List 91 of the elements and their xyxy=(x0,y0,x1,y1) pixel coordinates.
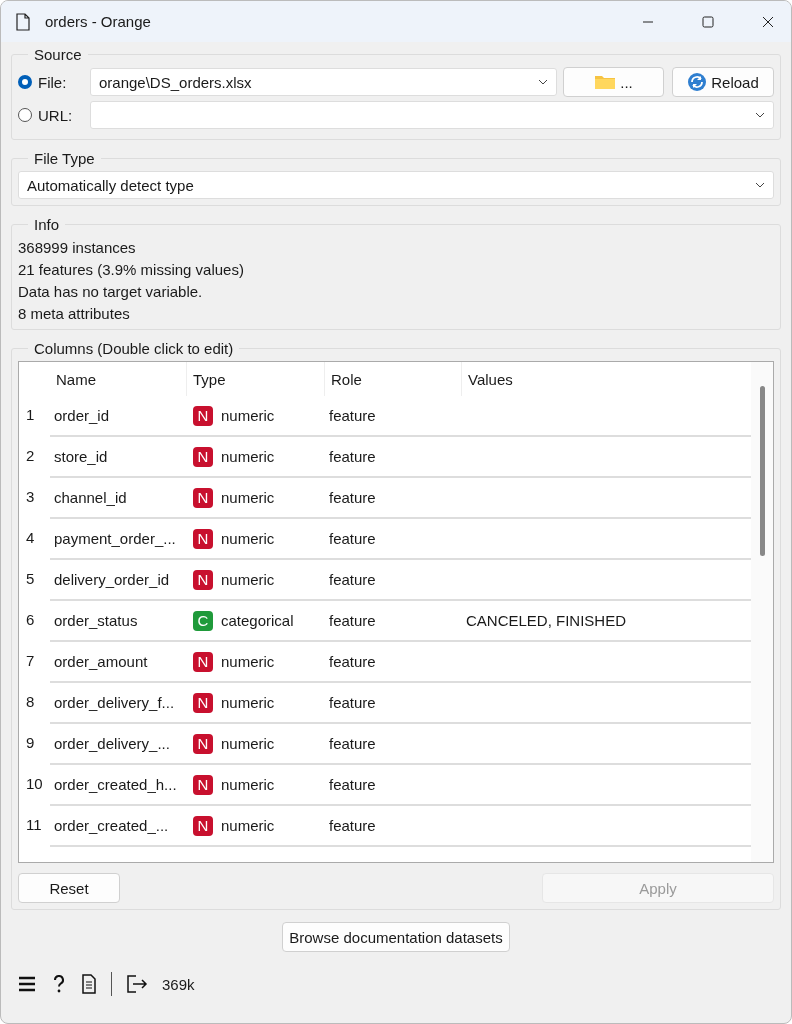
reload-button[interactable]: Reload xyxy=(672,67,774,97)
type-badge: N xyxy=(193,487,213,508)
chevron-icon xyxy=(538,79,548,85)
radio-label: File: xyxy=(38,73,68,91)
info-text: 368999 instances xyxy=(18,238,137,258)
table-cell-text: feature xyxy=(328,735,377,752)
table-cell-text: order_id xyxy=(53,407,111,424)
radio-label: URL: xyxy=(38,106,74,124)
chevron-icon xyxy=(755,112,765,118)
row-number: 8 xyxy=(25,692,36,710)
table-cell-text: feature xyxy=(328,817,377,834)
row-number: 7 xyxy=(25,651,36,669)
window-title: orders - Orange xyxy=(45,13,151,30)
reset-button[interactable]: Reset xyxy=(18,873,120,903)
table-cell: numeric xyxy=(221,776,275,793)
table-cell-text: feature xyxy=(328,407,377,424)
folder-icon xyxy=(594,74,617,90)
table-cell-text: order_created_... xyxy=(53,817,170,834)
type-badge: N xyxy=(193,774,213,795)
help-icon[interactable] xyxy=(51,974,67,994)
table-cell: numeric xyxy=(221,653,275,670)
info-text: 21 features (3.9% missing values) xyxy=(18,260,245,280)
row-number: 1 xyxy=(25,405,36,423)
column-header[interactable]: Values xyxy=(462,362,742,396)
document-icon[interactable] xyxy=(81,974,97,994)
group-title: Info xyxy=(33,216,61,233)
table-cell-text: channel_id xyxy=(53,489,128,506)
document-icon xyxy=(15,12,31,31)
table-cell: numeric xyxy=(221,571,275,588)
table-cell-text: order_created_h... xyxy=(53,776,178,793)
table-cell-text: feature xyxy=(328,571,377,588)
table-cell-text: order_amount xyxy=(53,653,149,670)
table-cell-text: order_delivery_f... xyxy=(53,694,176,711)
type-badge: N xyxy=(193,815,213,836)
type-badge: N xyxy=(193,651,213,672)
table-cell-text: feature xyxy=(328,776,377,793)
table-cell: numeric xyxy=(221,407,275,424)
row-number: 2 xyxy=(25,446,36,464)
table-cell: numeric xyxy=(221,694,275,711)
type-badge: N xyxy=(193,405,213,426)
scrollbar[interactable] xyxy=(751,362,773,862)
table-cell-text: feature xyxy=(328,489,377,506)
table-cell-text: feature xyxy=(328,448,377,465)
table-cell-text: payment_order_... xyxy=(53,530,177,547)
row-number: 10 xyxy=(25,774,44,792)
table-cell-text: feature xyxy=(328,530,377,547)
table-cell-text: delivery_order_id xyxy=(53,571,171,588)
column-header[interactable]: Role xyxy=(325,362,462,396)
row-number: 5 xyxy=(25,569,36,587)
browse-datasets-button[interactable]: Browse documentation datasets xyxy=(282,922,510,952)
group-title: Columns (Double click to edit) xyxy=(33,340,235,357)
table-cell: numeric xyxy=(221,489,275,506)
output-count: 369k xyxy=(162,975,195,993)
info-text: 8 meta attributes xyxy=(18,304,131,324)
group-title: File Type xyxy=(33,150,96,167)
info-text: Data has no target variable. xyxy=(18,282,204,302)
refresh-icon xyxy=(687,72,708,92)
table-cell: numeric xyxy=(221,817,275,834)
table-cell-text: feature xyxy=(328,694,377,711)
chevron-icon xyxy=(755,182,765,188)
table-cell: categorical xyxy=(221,612,294,629)
table-cell-text: store_id xyxy=(53,448,109,465)
row-number: 4 xyxy=(25,528,36,546)
group-title: Source xyxy=(33,46,83,63)
type-badge: N xyxy=(193,446,213,467)
type-badge: N xyxy=(193,733,213,754)
file-type-dropdown[interactable]: Automatically detect type xyxy=(18,171,774,199)
column-header[interactable]: Type xyxy=(187,362,325,396)
table-cell-text: order_delivery_... xyxy=(53,735,171,752)
table-cell-text: order_status xyxy=(53,612,139,629)
row-number: 3 xyxy=(25,487,36,505)
table-cell-text: CANCELED, FINISHED xyxy=(465,612,628,629)
type-badge: N xyxy=(193,528,213,549)
row-number: 6 xyxy=(25,610,36,628)
table-cell-text: feature xyxy=(328,612,377,629)
menu-icon[interactable] xyxy=(17,975,37,993)
output-icon[interactable] xyxy=(126,974,148,994)
radio-button[interactable] xyxy=(18,75,32,89)
radio-button[interactable] xyxy=(18,108,32,122)
table-cell: numeric xyxy=(221,735,275,752)
row-number: 11 xyxy=(25,815,43,833)
row-number: 9 xyxy=(25,733,36,751)
browse-button[interactable]: ... xyxy=(563,67,664,97)
table-cell: numeric xyxy=(221,448,275,465)
column-header[interactable]: Name xyxy=(50,362,187,396)
type-badge: N xyxy=(193,569,213,590)
table-cell-text: feature xyxy=(328,653,377,670)
path-dropdown[interactable]: orange\DS_orders.xlsx xyxy=(90,68,557,96)
type-badge: C xyxy=(193,610,213,631)
table-cell: numeric xyxy=(221,530,275,547)
type-badge: N xyxy=(193,692,213,713)
